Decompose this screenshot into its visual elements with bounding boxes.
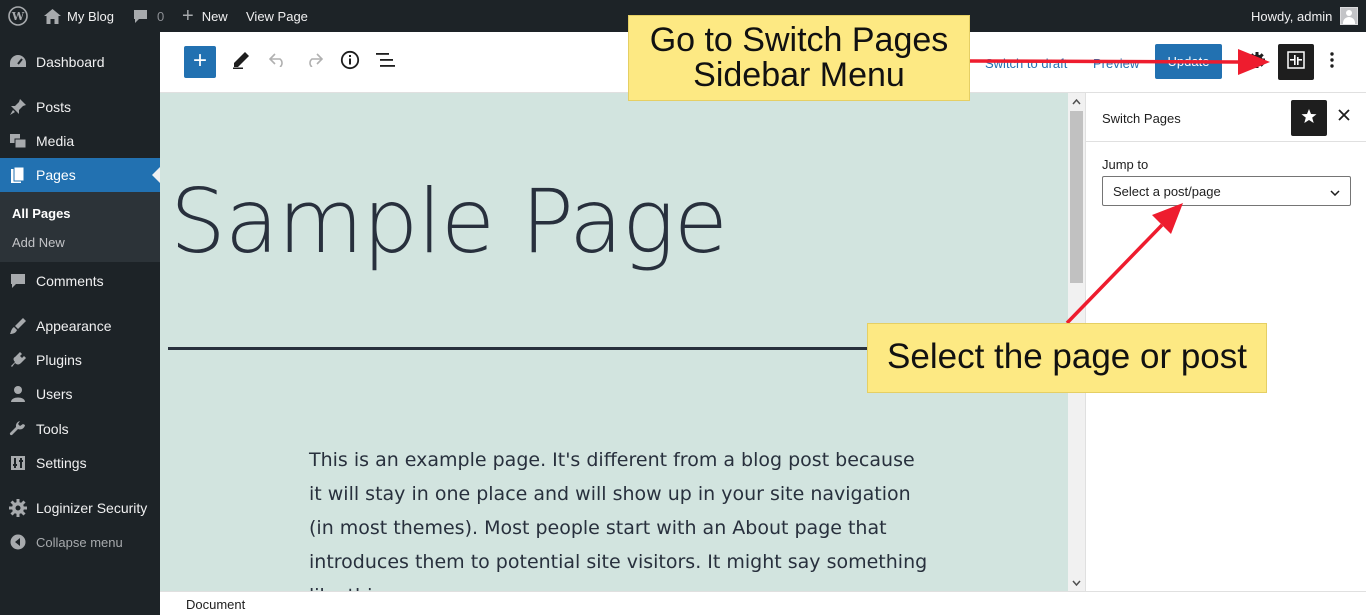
new-content-link[interactable]: + New [182, 0, 228, 32]
list-view-icon [376, 52, 396, 73]
preview-button[interactable]: Preview [1093, 56, 1139, 71]
home-icon [44, 8, 61, 24]
site-name: My Blog [67, 8, 114, 24]
brush-icon [0, 317, 36, 335]
list-view-button[interactable] [370, 46, 402, 78]
info-icon [340, 50, 360, 75]
comment-icon [133, 9, 148, 24]
menu-item-plugins[interactable]: Plugins [0, 343, 160, 377]
pages-icon [0, 166, 36, 184]
admin-menu: Dashboard Posts Media Pages All Pages Ad… [0, 32, 160, 615]
collapse-icon [0, 534, 36, 550]
settings-button[interactable] [1241, 46, 1273, 78]
sidebar-title: Switch Pages [1102, 111, 1181, 126]
update-button[interactable]: Update [1155, 44, 1222, 79]
menu-label: Settings [36, 455, 87, 471]
block-inserter-button[interactable]: + [184, 46, 216, 78]
undo-button[interactable] [262, 46, 294, 78]
pin-sidebar-button[interactable] [1291, 100, 1327, 136]
greeting: Howdy, admin [1251, 8, 1333, 24]
jump-to-label: Jump to [1102, 157, 1149, 172]
switch-pages-sidebar-button[interactable] [1278, 44, 1314, 80]
close-sidebar-button[interactable] [1332, 105, 1356, 129]
callout-line: Sidebar Menu [693, 56, 905, 94]
submenu-add-new[interactable]: Add New [12, 235, 65, 250]
select-value: Select a post/page [1113, 183, 1221, 199]
menu-item-appearance[interactable]: Appearance [0, 309, 160, 343]
redo-button[interactable] [298, 46, 330, 78]
tools-button[interactable] [225, 46, 257, 78]
close-icon [1338, 108, 1350, 126]
menu-item-loginizer-security[interactable]: Loginizer Security [0, 491, 160, 525]
user-icon [0, 385, 36, 403]
menu-label: Plugins [36, 352, 82, 368]
callout-line: Go to Switch Pages [649, 21, 949, 59]
post-page-select[interactable]: Select a post/page [1102, 176, 1351, 206]
paragraph-block[interactable]: This is an example page. It's different … [309, 443, 929, 591]
pencil-icon [232, 51, 250, 74]
pages-submenu: All Pages Add New [0, 192, 160, 262]
gear-icon [1248, 51, 1266, 74]
switch-to-draft-button[interactable]: Switch to draft [985, 56, 1067, 71]
dashboard-icon [0, 54, 36, 70]
redo-icon [305, 52, 324, 72]
plug-icon [0, 351, 36, 369]
menu-item-media[interactable]: Media [0, 124, 160, 158]
comments-count: 0 [157, 8, 165, 24]
comments-link[interactable]: 0 [133, 0, 164, 32]
breadcrumb-document[interactable]: Document [186, 597, 245, 612]
menu-item-tools[interactable]: Tools [0, 412, 160, 446]
account-menu[interactable]: Howdy, admin [1251, 0, 1359, 32]
collapse-menu-button[interactable]: Collapse menu [0, 525, 160, 559]
menu-item-pages[interactable]: Pages [0, 158, 160, 192]
page-title[interactable]: Sample Page [170, 170, 728, 273]
new-label: New [201, 8, 228, 24]
star-icon [1301, 108, 1317, 129]
annotation-callout-switch-pages: Go to Switch Pages Sidebar Menu [628, 15, 970, 101]
menu-label: Loginizer Security [36, 500, 148, 516]
details-button[interactable] [334, 46, 366, 78]
more-vertical-icon [1330, 51, 1334, 73]
menu-label: Tools [36, 421, 69, 437]
menu-label: Appearance [36, 318, 112, 334]
menu-item-settings[interactable]: Settings [0, 446, 160, 480]
site-name-link[interactable]: My Blog [44, 0, 114, 32]
menu-label: Media [36, 133, 75, 149]
undo-icon [268, 52, 287, 72]
menu-label: Comments [36, 273, 104, 289]
gear-icon [0, 499, 36, 517]
menu-label: Pages [36, 167, 76, 183]
scroll-up-icon[interactable] [1068, 93, 1085, 110]
avatar [1340, 7, 1359, 25]
sidebar-header: Switch Pages [1086, 93, 1366, 142]
menu-item-users[interactable]: Users [0, 377, 160, 411]
wrench-icon [0, 420, 36, 438]
scroll-down-icon[interactable] [1068, 574, 1085, 591]
wordpress-logo-icon[interactable]: W [8, 0, 28, 32]
media-icon [0, 133, 36, 149]
options-button[interactable] [1316, 46, 1348, 78]
menu-label: Posts [36, 99, 72, 115]
menu-label: Users [36, 386, 73, 402]
pin-icon [0, 98, 36, 116]
switch-pages-icon [1287, 50, 1305, 74]
chevron-down-icon [1330, 184, 1340, 199]
view-page-link[interactable]: View Page [246, 0, 308, 32]
collapse-label: Collapse menu [36, 534, 123, 550]
menu-item-dashboard[interactable]: Dashboard [0, 45, 160, 79]
plus-icon: + [192, 47, 207, 74]
editor-footer: Document [160, 591, 1366, 615]
menu-label: Dashboard [36, 54, 105, 70]
scrollbar-thumb[interactable] [1070, 111, 1083, 283]
menu-item-comments[interactable]: Comments [0, 264, 160, 298]
settings-icon [0, 455, 36, 471]
svg-text:W: W [11, 10, 25, 23]
menu-item-posts[interactable]: Posts [0, 90, 160, 124]
comment-icon [0, 273, 36, 289]
submenu-all-pages[interactable]: All Pages [12, 206, 71, 221]
plus-icon: + [182, 5, 194, 27]
annotation-callout-select-page: Select the page or post [867, 323, 1267, 393]
